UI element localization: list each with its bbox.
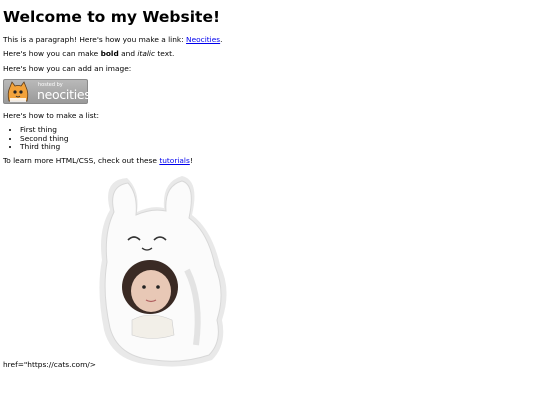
format-text-c: text.	[155, 49, 175, 58]
page-title: Welcome to my Website!	[3, 8, 221, 26]
format-paragraph: Here's how you can make bold and italic …	[3, 49, 174, 58]
list-intro-text: Here's how to make a list:	[3, 111, 99, 120]
learn-text: To learn more HTML/CSS, check out these	[3, 156, 160, 165]
image-intro-text: Here's how you can add an image:	[3, 64, 132, 73]
link-paragraph: This is a paragraph! Here's how you make…	[3, 35, 222, 44]
plush-bunny-hat-photo	[99, 176, 227, 367]
stray-href-text: href="https://cats.com/>	[3, 360, 96, 369]
badge-neocities-label: neocities	[37, 87, 91, 102]
link-intro-text: This is a paragraph! Here's how you make…	[3, 35, 187, 44]
italic-word: italic	[137, 49, 156, 58]
thing-list: First thing Second thing Third thing	[3, 125, 69, 152]
learn-end-text: !	[189, 156, 193, 165]
learn-paragraph: To learn more HTML/CSS, check out these …	[3, 156, 193, 165]
bold-word: bold	[100, 49, 119, 58]
link-end-text: .	[220, 35, 223, 44]
tutorials-link[interactable]: tutorials	[159, 156, 190, 165]
neocities-badge[interactable]: hosted by neocities	[3, 79, 91, 104]
list-item: Third thing	[20, 143, 69, 152]
format-text-a: Here's how you can make	[3, 49, 101, 58]
cat-mascot-icon	[7, 81, 29, 102]
format-text-b: and	[118, 49, 138, 58]
neocities-link[interactable]: Neocities	[186, 35, 220, 44]
